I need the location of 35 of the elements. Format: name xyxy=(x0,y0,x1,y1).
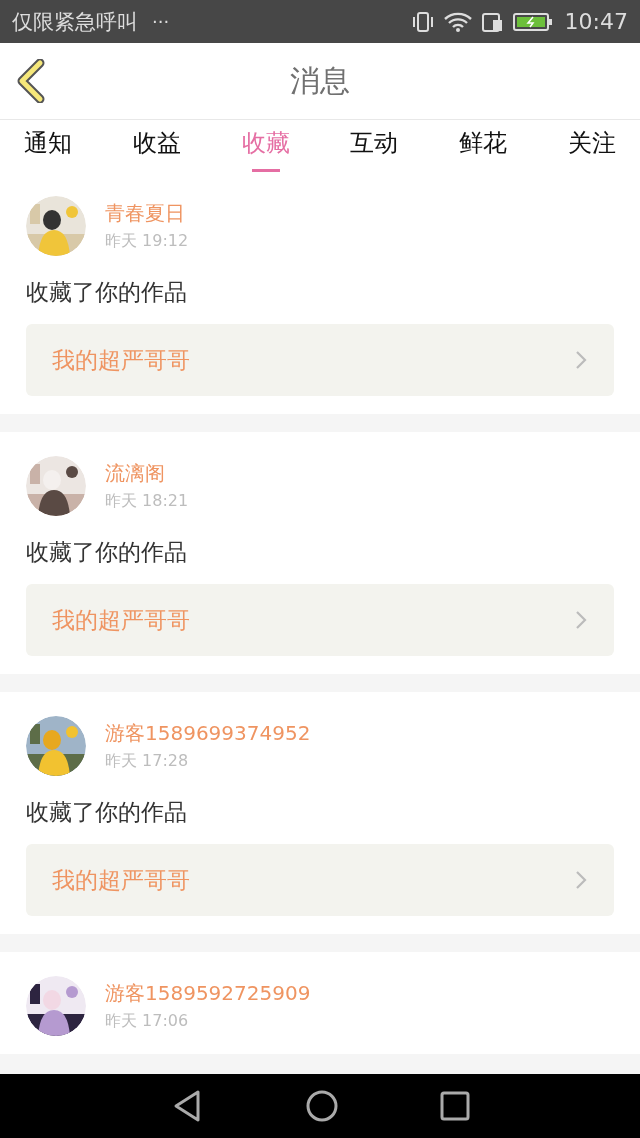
notification-more: ··· xyxy=(152,11,170,32)
user-name[interactable]: 游客1589699374952 xyxy=(105,720,311,747)
tab[interactable]: 关注 xyxy=(558,119,626,173)
sim-icon xyxy=(480,10,505,33)
battery-icon xyxy=(512,11,553,32)
message-text: 收藏了你的作品 xyxy=(26,538,188,567)
message-time: 昨天 19:12 xyxy=(105,231,189,252)
message-time: 昨天 17:28 xyxy=(105,751,190,772)
home-icon[interactable] xyxy=(305,1089,339,1123)
recents-icon[interactable] xyxy=(439,1091,470,1121)
work-link[interactable]: 我的超严哥哥 xyxy=(26,324,614,396)
user-name[interactable]: 流漓阁 xyxy=(105,460,189,487)
message-text: 收藏了你的作品 xyxy=(26,798,188,827)
tab[interactable]: 收益 xyxy=(122,119,191,173)
message-time: 昨天 18:21 xyxy=(105,491,189,512)
tab[interactable]: 通知 xyxy=(14,119,82,173)
tab[interactable]: 鲜花 xyxy=(449,119,518,173)
chevron-right-icon xyxy=(574,609,588,631)
chevron-left-icon xyxy=(16,59,46,103)
message-text: 收藏了你的作品 xyxy=(26,278,188,307)
user-name[interactable]: 游客1589592725909 xyxy=(105,980,311,1007)
back-button[interactable] xyxy=(16,59,46,103)
tab[interactable]: 收藏 xyxy=(231,119,300,173)
carrier-text: 仅限紧急呼叫 xyxy=(12,8,138,36)
page-title: 消息 xyxy=(290,61,350,100)
message-time: 昨天 17:06 xyxy=(105,1011,190,1032)
work-link[interactable]: 我的超严哥哥 xyxy=(26,584,614,656)
user-name[interactable]: 青春夏日 xyxy=(105,200,189,227)
work-link[interactable]: 我的超严哥哥 xyxy=(26,844,614,916)
chevron-right-icon xyxy=(574,869,588,891)
wifi-icon xyxy=(442,10,473,33)
vibrate-icon xyxy=(410,10,435,33)
clock-text: 10:47 xyxy=(564,9,628,34)
chevron-right-icon xyxy=(574,349,588,371)
tab[interactable]: 互动 xyxy=(340,119,409,173)
